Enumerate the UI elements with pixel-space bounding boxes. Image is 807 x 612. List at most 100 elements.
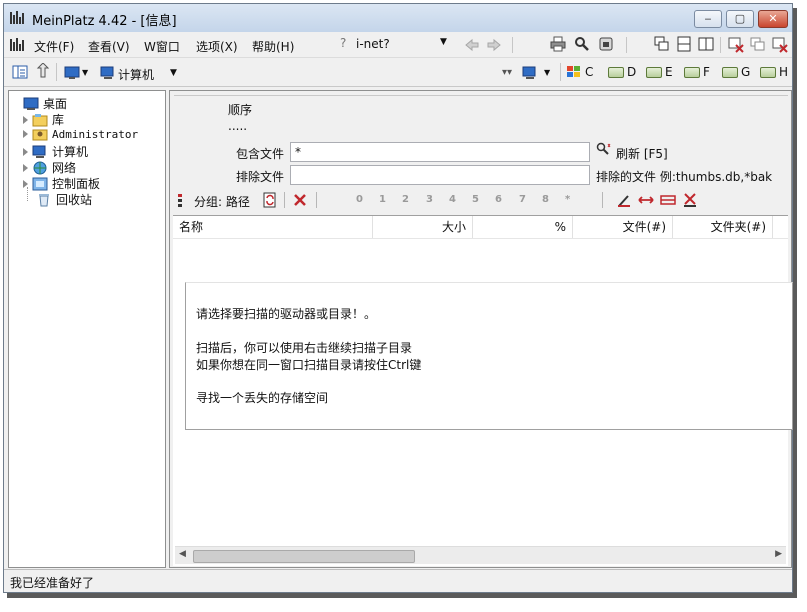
- info-find-space: 寻找一个丢失的存储空间: [196, 391, 329, 405]
- menu-window[interactable]: W窗口: [144, 38, 180, 55]
- exclude-files-hint: 排除的文件 例:thumbs.db,*bak: [596, 170, 773, 184]
- column-files[interactable]: 文件(#): [573, 216, 673, 238]
- back-arrow-icon[interactable]: [464, 37, 480, 53]
- level-all-button[interactable]: *: [565, 194, 570, 205]
- group-label[interactable]: 分组: 路径: [194, 193, 250, 210]
- hard-drive-icon: [646, 66, 662, 78]
- column-name[interactable]: 名称: [173, 216, 373, 238]
- level-0-button[interactable]: 0: [356, 194, 363, 205]
- group-list-icon[interactable]: [176, 192, 192, 208]
- maximize-button[interactable]: ▢: [726, 10, 754, 28]
- order-value[interactable]: .....: [228, 119, 247, 133]
- collapse-rows-icon[interactable]: [660, 192, 676, 208]
- cascade-windows-icon[interactable]: [654, 36, 670, 52]
- close-other-windows-icon[interactable]: [772, 37, 788, 53]
- column-size[interactable]: 大小: [373, 216, 473, 238]
- level-3-button[interactable]: 3: [426, 194, 433, 205]
- expand-arrow-icon[interactable]: [23, 130, 28, 138]
- expand-arrow-icon[interactable]: [23, 163, 28, 172]
- menu-help[interactable]: 帮助(H): [252, 38, 294, 55]
- scroll-thumb[interactable]: [193, 550, 415, 563]
- window-title: MeinPlatz 4.42 - [信息]: [32, 14, 177, 29]
- print-icon[interactable]: [550, 36, 566, 52]
- tree-item-desktop[interactable]: 桌面: [23, 95, 67, 112]
- expand-arrow-icon[interactable]: [23, 147, 28, 156]
- control-panel-icon: [32, 177, 48, 190]
- scan-panel: 顺序 ..... 包含文件 * 刷新 [F5] 排除文件 排除的文件 例:thu…: [169, 90, 793, 568]
- drive-c[interactable]: C: [566, 65, 593, 79]
- tree-item-administrator[interactable]: Administrator: [23, 127, 138, 141]
- forward-arrow-icon[interactable]: [486, 37, 502, 53]
- menu-view[interactable]: 查看(V): [88, 38, 130, 55]
- column-percent[interactable]: %: [473, 216, 573, 238]
- horizontal-scrollbar[interactable]: ◀ ▶: [175, 546, 786, 564]
- drive-letter: F: [703, 65, 710, 79]
- level-1-button[interactable]: 1: [379, 194, 386, 205]
- tree-item-control-panel[interactable]: 控制面板: [23, 175, 100, 192]
- level-4-button[interactable]: 4: [449, 194, 456, 205]
- level-5-button[interactable]: 5: [472, 194, 479, 205]
- scroll-left-icon[interactable]: ◀: [179, 549, 186, 559]
- drive-view-dropdown-icon[interactable]: ▼: [544, 68, 550, 77]
- level-2-button[interactable]: 2: [402, 194, 409, 205]
- scroll-right-icon[interactable]: ▶: [775, 549, 782, 559]
- include-files-input[interactable]: *: [290, 142, 590, 162]
- menu-app-icon[interactable]: [10, 37, 26, 51]
- close-button[interactable]: ✕: [758, 10, 788, 28]
- address-label[interactable]: 计算机: [118, 66, 154, 83]
- search-icon[interactable]: [574, 36, 590, 52]
- column-folders[interactable]: 文件夹(#): [673, 216, 773, 238]
- address-expand-icon[interactable]: ▾▾: [502, 67, 512, 78]
- monitor-dropdown-icon[interactable]: ▼: [82, 68, 88, 77]
- tree-item-computer[interactable]: 计算机: [23, 143, 88, 160]
- drive-letter: D: [627, 65, 637, 79]
- menu-file[interactable]: 文件(F): [34, 38, 74, 55]
- drive-letter: H: [779, 65, 789, 79]
- drive-e[interactable]: E: [646, 65, 673, 79]
- tree-connector: [27, 187, 28, 201]
- swap-refresh-icon[interactable]: [262, 192, 278, 208]
- toggle-tree-icon[interactable]: [12, 64, 28, 80]
- tile-horizontal-icon[interactable]: [676, 36, 692, 52]
- close-all-windows-icon[interactable]: [750, 37, 766, 53]
- quicklink-label[interactable]: i-net?: [356, 37, 390, 51]
- quicklink-dropdown-icon[interactable]: ▼: [440, 37, 447, 47]
- level-6-button[interactable]: 6: [495, 194, 502, 205]
- highlight-icon[interactable]: [616, 192, 632, 208]
- folder-up-icon[interactable]: [36, 63, 52, 79]
- tree-item-library[interactable]: 库: [23, 111, 64, 128]
- refresh-button[interactable]: 刷新 [F5]: [616, 145, 668, 162]
- disk-icon[interactable]: [598, 36, 614, 52]
- drive-view-icon[interactable]: [522, 65, 538, 81]
- delete-x-icon[interactable]: [292, 192, 308, 208]
- exclude-files-label: 排除文件: [236, 170, 285, 184]
- drive-f[interactable]: F: [684, 65, 710, 79]
- drive-d[interactable]: D: [608, 65, 636, 79]
- tile-vertical-icon[interactable]: [698, 36, 714, 52]
- exclude-files-input[interactable]: [290, 165, 590, 185]
- expand-arrow-icon[interactable]: [23, 115, 28, 124]
- tree-item-label: 桌面: [43, 97, 68, 111]
- info-ctrl-key: 如果你想在同一窗口扫描目录请按住Ctrl键: [196, 358, 422, 372]
- address-dropdown-icon[interactable]: ▼: [170, 68, 177, 78]
- drive-letter: E: [665, 65, 673, 79]
- desktop-icon: [23, 97, 39, 110]
- hard-drive-icon: [760, 66, 776, 78]
- level-8-button[interactable]: 8: [542, 194, 549, 205]
- drive-h[interactable]: H: [760, 65, 788, 79]
- minimize-button[interactable]: ‒: [694, 10, 722, 28]
- results-list: 名称 大小 % 文件(#) 文件夹(#) 请选择要扫描的驱动器或目录！。 扫描后…: [173, 215, 793, 566]
- tree-item-recycle-bin[interactable]: 回收站: [36, 191, 92, 208]
- monitor-icon[interactable]: [64, 65, 80, 81]
- status-bar: 我已经准备好了: [4, 569, 792, 592]
- drive-g[interactable]: G: [722, 65, 750, 79]
- close-window-icon[interactable]: [728, 37, 744, 53]
- level-7-button[interactable]: 7: [519, 194, 526, 205]
- refresh-search-icon[interactable]: [596, 142, 612, 158]
- clear-results-icon[interactable]: [682, 192, 698, 208]
- tree-item-label: Administrator: [52, 127, 139, 141]
- expand-horizontal-icon[interactable]: [638, 192, 654, 208]
- hard-drive-icon: [608, 66, 624, 78]
- tree-item-network[interactable]: 网络: [23, 159, 76, 176]
- menu-options[interactable]: 选项(X): [196, 38, 238, 55]
